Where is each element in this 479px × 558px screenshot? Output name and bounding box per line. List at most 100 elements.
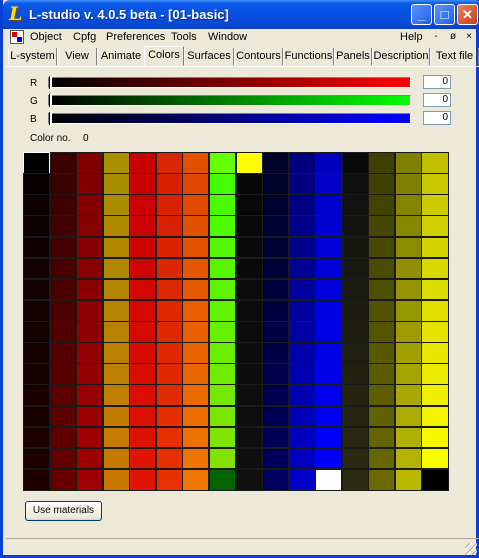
- palette-swatch[interactable]: [182, 299, 210, 322]
- palette-swatch[interactable]: [208, 278, 236, 301]
- palette-swatch[interactable]: [421, 194, 449, 216]
- palette-swatch[interactable]: [155, 278, 183, 301]
- palette-swatch[interactable]: [129, 278, 157, 301]
- palette-swatch[interactable]: [102, 215, 130, 237]
- palette-swatch[interactable]: [421, 215, 449, 237]
- palette-swatch[interactable]: [182, 468, 210, 491]
- palette-swatch[interactable]: [262, 278, 290, 301]
- palette-swatch[interactable]: [288, 152, 316, 174]
- red-slider[interactable]: [48, 76, 411, 89]
- palette-swatch[interactable]: [208, 468, 236, 491]
- palette-swatch[interactable]: [208, 299, 236, 322]
- palette-swatch[interactable]: [262, 236, 290, 259]
- palette-swatch[interactable]: [182, 236, 210, 259]
- palette-swatch[interactable]: [102, 321, 130, 343]
- palette-swatch[interactable]: [394, 468, 422, 491]
- palette-swatch[interactable]: [262, 447, 290, 470]
- palette-swatch[interactable]: [288, 236, 316, 259]
- palette-swatch[interactable]: [394, 405, 422, 428]
- palette-swatch[interactable]: [49, 384, 77, 406]
- palette-swatch[interactable]: [102, 152, 130, 174]
- palette-swatch[interactable]: [182, 447, 210, 470]
- palette-swatch[interactable]: [129, 426, 157, 449]
- palette-swatch[interactable]: [341, 363, 369, 385]
- palette-swatch[interactable]: [288, 426, 316, 449]
- palette-swatch[interactable]: [23, 321, 51, 343]
- palette-swatch[interactable]: [76, 447, 104, 470]
- mdi-minimize-button[interactable]: -: [429, 31, 443, 42]
- palette-swatch[interactable]: [315, 194, 343, 216]
- palette-swatch[interactable]: [394, 447, 422, 470]
- palette-swatch[interactable]: [129, 173, 157, 195]
- palette-swatch[interactable]: [368, 342, 396, 364]
- palette-swatch[interactable]: [129, 257, 157, 280]
- palette-swatch[interactable]: [421, 321, 449, 343]
- palette-swatch[interactable]: [49, 152, 77, 174]
- palette-swatch[interactable]: [421, 363, 449, 385]
- palette-swatch[interactable]: [421, 342, 449, 364]
- palette-swatch[interactable]: [155, 257, 183, 280]
- palette-swatch[interactable]: [421, 426, 449, 449]
- menu-cpfg[interactable]: Cpfg: [73, 31, 96, 43]
- palette-swatch[interactable]: [23, 384, 51, 406]
- tab-view[interactable]: View: [57, 48, 97, 65]
- palette-swatch[interactable]: [421, 173, 449, 195]
- use-materials-button[interactable]: Use materials: [25, 501, 102, 521]
- palette-swatch[interactable]: [235, 173, 263, 195]
- palette-swatch[interactable]: [341, 299, 369, 322]
- palette-swatch[interactable]: [182, 173, 210, 195]
- palette-swatch[interactable]: [262, 405, 290, 428]
- palette-swatch[interactable]: [208, 215, 236, 237]
- red-slider-thumb[interactable]: [49, 76, 52, 89]
- palette-swatch[interactable]: [315, 468, 343, 491]
- document-system-menu-icon[interactable]: [10, 30, 24, 44]
- palette-swatch[interactable]: [394, 278, 422, 301]
- palette-swatch[interactable]: [23, 152, 51, 174]
- palette-swatch[interactable]: [208, 363, 236, 385]
- palette-swatch[interactable]: [182, 194, 210, 216]
- palette-swatch[interactable]: [23, 426, 51, 449]
- palette-swatch[interactable]: [235, 194, 263, 216]
- palette-swatch[interactable]: [235, 257, 263, 280]
- palette-swatch[interactable]: [155, 363, 183, 385]
- palette-swatch[interactable]: [421, 236, 449, 259]
- palette-swatch[interactable]: [129, 447, 157, 470]
- palette-swatch[interactable]: [235, 405, 263, 428]
- palette-swatch[interactable]: [208, 173, 236, 195]
- palette-swatch[interactable]: [49, 257, 77, 280]
- palette-swatch[interactable]: [49, 194, 77, 216]
- palette-swatch[interactable]: [49, 363, 77, 385]
- menu-help[interactable]: Help: [400, 31, 423, 43]
- palette-swatch[interactable]: [288, 278, 316, 301]
- palette-swatch[interactable]: [341, 384, 369, 406]
- tab-functions[interactable]: Functions: [283, 48, 334, 65]
- palette-swatch[interactable]: [394, 152, 422, 174]
- palette-swatch[interactable]: [102, 342, 130, 364]
- palette-swatch[interactable]: [421, 152, 449, 174]
- palette-swatch[interactable]: [262, 321, 290, 343]
- palette-swatch[interactable]: [182, 257, 210, 280]
- palette-swatch[interactable]: [262, 152, 290, 174]
- palette-swatch[interactable]: [76, 194, 104, 216]
- palette-swatch[interactable]: [235, 321, 263, 343]
- palette-swatch[interactable]: [23, 342, 51, 364]
- palette-swatch[interactable]: [23, 447, 51, 470]
- palette-swatch[interactable]: [49, 342, 77, 364]
- palette-swatch[interactable]: [129, 468, 157, 491]
- palette-swatch[interactable]: [262, 215, 290, 237]
- palette-swatch[interactable]: [102, 426, 130, 449]
- palette-swatch[interactable]: [368, 468, 396, 491]
- palette-swatch[interactable]: [341, 257, 369, 280]
- palette-swatch[interactable]: [315, 152, 343, 174]
- palette-swatch[interactable]: [368, 257, 396, 280]
- palette-swatch[interactable]: [23, 173, 51, 195]
- palette-swatch[interactable]: [155, 215, 183, 237]
- palette-swatch[interactable]: [368, 152, 396, 174]
- palette-swatch[interactable]: [155, 194, 183, 216]
- palette-swatch[interactable]: [235, 447, 263, 470]
- palette-swatch[interactable]: [76, 299, 104, 322]
- palette-swatch[interactable]: [102, 299, 130, 322]
- palette-swatch[interactable]: [235, 215, 263, 237]
- palette-swatch[interactable]: [394, 215, 422, 237]
- palette-swatch[interactable]: [129, 215, 157, 237]
